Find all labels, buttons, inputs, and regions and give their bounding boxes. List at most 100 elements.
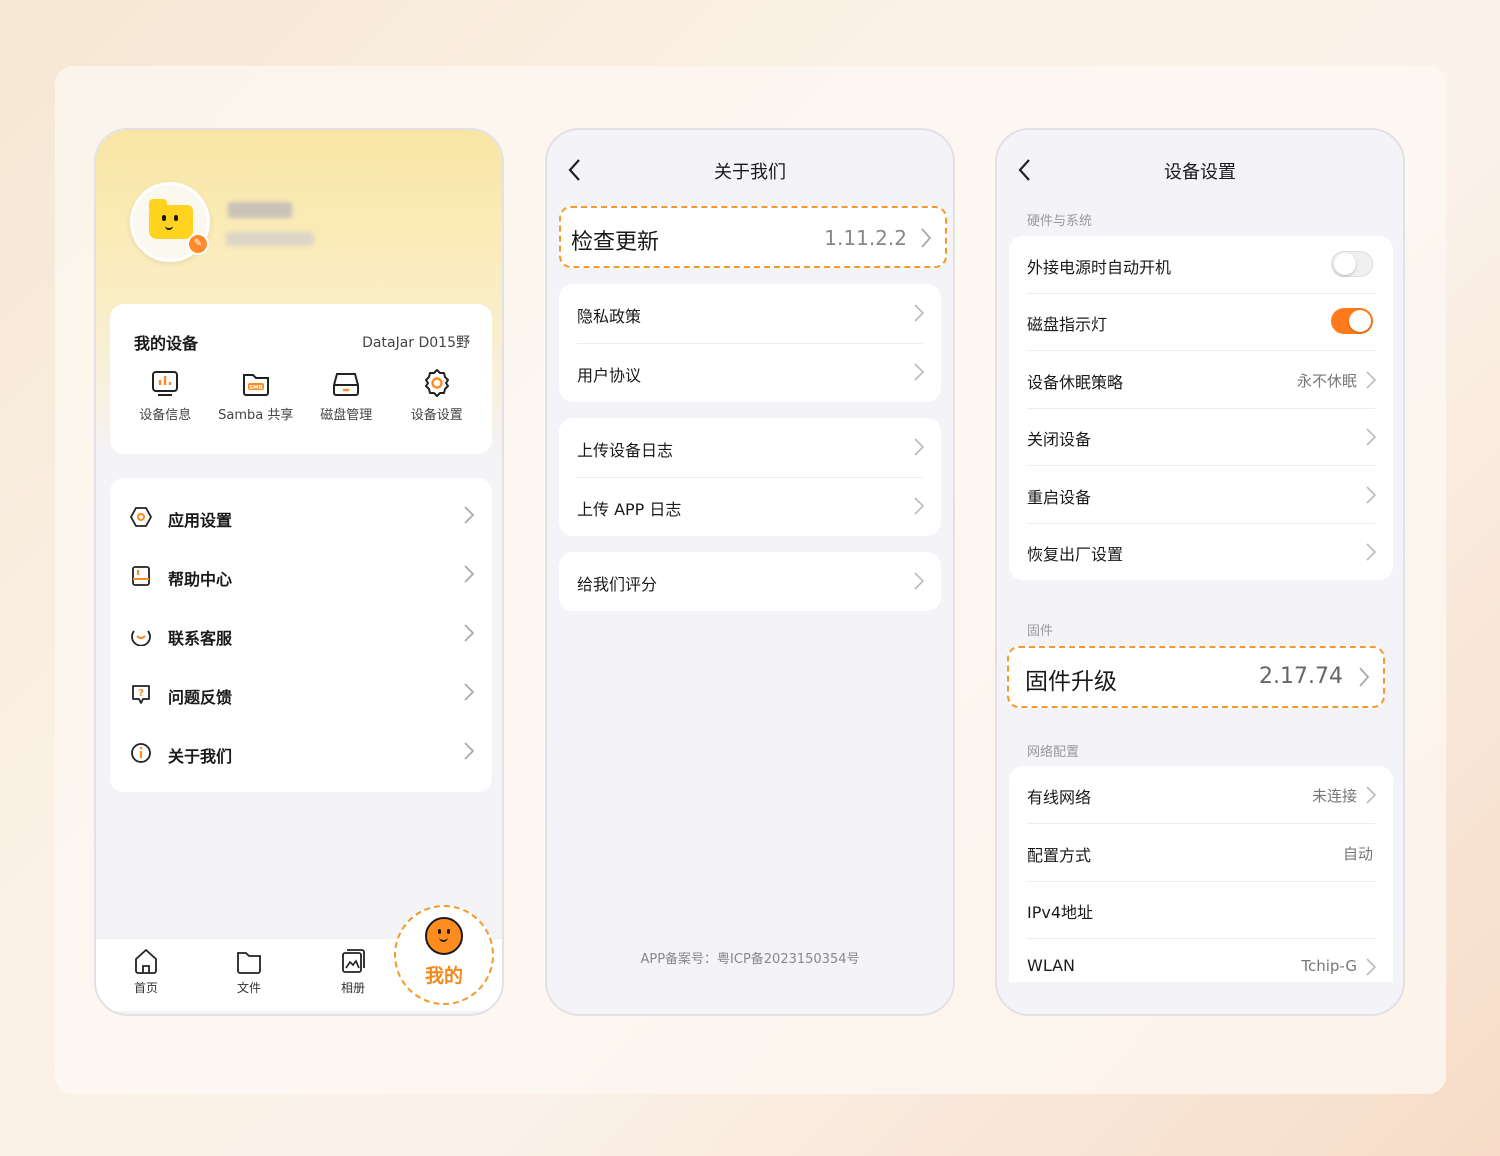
row-label: WLAN	[1027, 956, 1076, 975]
disk-manage-label: 磁盘管理	[320, 408, 373, 423]
chevron-right-icon	[1366, 486, 1377, 504]
upload-app-log-row[interactable]: 上传 APP 日志	[559, 477, 941, 536]
chevron-right-icon	[914, 438, 925, 456]
row-value: 未连接	[1311, 787, 1357, 805]
page-title: 设备设置	[1164, 162, 1236, 183]
info-icon	[131, 743, 151, 763]
row-label: 给我们评分	[577, 575, 658, 594]
menu-item-app-settings[interactable]: 应用设置	[110, 488, 492, 547]
tab-home[interactable]: 首页	[116, 947, 176, 996]
settings-menu: 应用设置 帮助中心 联系客服 ? 问题反馈 关于我们	[110, 478, 492, 792]
row-label: 设备休眠策略	[1027, 373, 1124, 392]
section-network: 网络配置	[1027, 745, 1080, 760]
chevron-right-icon	[464, 683, 475, 701]
sleep-policy-row[interactable]: 设备休眠策略 永不休眠	[1009, 350, 1393, 408]
reboot-row[interactable]: 重启设备	[1009, 465, 1393, 523]
chevron-right-icon	[914, 572, 925, 590]
device-info-label: 设备信息	[139, 408, 192, 423]
section-hardware: 硬件与系统	[1027, 214, 1093, 229]
account-redacted	[226, 232, 314, 246]
row-label: IPv4地址	[1027, 903, 1094, 922]
device-settings-label: 设备设置	[410, 408, 463, 423]
menu-item-about-us[interactable]: 关于我们	[110, 724, 492, 783]
disk-indicator-row: 磁盘指示灯	[1009, 293, 1393, 350]
samba-share-button[interactable]: SMB Samba 共享	[213, 368, 299, 423]
chevron-right-icon	[464, 624, 475, 642]
chevron-right-icon	[914, 304, 925, 322]
menu-item-help-center[interactable]: 帮助中心	[110, 547, 492, 606]
icp-footer: APP备案号：粤ICP备2023150354号	[640, 952, 860, 967]
check-update-row[interactable]: 检查更新 1.11.2.2	[559, 206, 947, 268]
file-icon	[237, 952, 261, 974]
shutdown-row[interactable]: 关闭设备	[1009, 408, 1393, 465]
row-label: 磁盘指示灯	[1027, 315, 1108, 334]
chevron-right-icon	[1366, 958, 1377, 976]
menu-item-contact-service[interactable]: 联系客服	[110, 606, 492, 665]
svg-text:SMB: SMB	[249, 385, 263, 391]
check-update-label: 检查更新	[571, 230, 660, 255]
feedback-icon: ?	[132, 685, 150, 704]
chevron-right-icon	[464, 565, 475, 583]
avatar[interactable]: ✎	[130, 182, 210, 262]
phone-profile-screen: ✎ 我的设备 DataJar D015野 设备信息 SMB Samba 共享 磁…	[94, 128, 504, 1016]
rate-us-row[interactable]: 给我们评分	[559, 552, 941, 611]
factory-reset-row[interactable]: 恢复出厂设置	[1009, 523, 1393, 580]
row-label: 恢复出厂设置	[1027, 545, 1124, 564]
disk-manage-button[interactable]: 磁盘管理	[303, 368, 389, 423]
row-label: 有线网络	[1027, 788, 1092, 807]
menu-label: 联系客服	[168, 629, 233, 648]
row-label: 隐私政策	[577, 307, 642, 326]
network-group: 有线网络 未连接 配置方式 自动 IPv4地址 WLAN Tchip-G	[1009, 766, 1393, 982]
chevron-right-icon	[1366, 786, 1377, 804]
menu-item-feedback[interactable]: ? 问题反馈	[110, 665, 492, 724]
row-value: Tchip-G	[1301, 957, 1357, 975]
my-device-title: 我的设备	[134, 334, 199, 353]
disk-icon	[333, 373, 360, 396]
gear-icon	[424, 369, 449, 397]
privacy-policy-row[interactable]: 隐私政策	[559, 284, 941, 343]
chevron-right-icon	[1359, 667, 1370, 687]
chevron-right-icon	[1366, 543, 1377, 561]
chevron-right-icon	[914, 497, 925, 515]
chevron-right-icon	[914, 363, 925, 381]
phone-about-screen: 关于我们 检查更新 1.11.2.2 隐私政策 用户协议 上传设备日志 上传 A…	[545, 128, 955, 1016]
config-mode-row: 配置方式 自动	[1009, 823, 1393, 881]
folder-mascot-icon	[149, 199, 193, 239]
chevron-right-icon	[1366, 428, 1377, 446]
samba-share-label: Samba 共享	[218, 408, 294, 423]
row-label: 重启设备	[1027, 488, 1092, 507]
wlan-row[interactable]: WLAN Tchip-G	[1009, 938, 1393, 982]
row-label: 上传 APP 日志	[577, 500, 682, 519]
edit-icon[interactable]: ✎	[187, 233, 209, 255]
firmware-version: 2.17.74	[1259, 664, 1343, 689]
auto-power-on-row: 外接电源时自动开机	[1009, 236, 1393, 293]
tab-album[interactable]: 相册	[323, 947, 383, 996]
row-label: 关闭设备	[1027, 430, 1092, 449]
tab-me[interactable]: 我的	[394, 905, 494, 1005]
hardware-group: 外接电源时自动开机 磁盘指示灯 设备休眠策略 永不休眠 关闭设备 重启设备 恢复…	[1009, 236, 1393, 580]
logs-group: 上传设备日志 上传 APP 日志	[559, 418, 941, 536]
chevron-right-icon	[464, 506, 475, 524]
tab-label: 首页	[133, 981, 158, 995]
nav-bar: 关于我们	[547, 152, 953, 188]
user-agreement-row[interactable]: 用户协议	[559, 343, 941, 402]
legal-group: 隐私政策 用户协议	[559, 284, 941, 402]
tab-files[interactable]: 文件	[219, 947, 279, 996]
auto-power-on-toggle[interactable]	[1331, 251, 1373, 277]
device-name: DataJar D015野	[362, 335, 470, 351]
app-version: 1.11.2.2	[824, 226, 907, 250]
row-label: 配置方式	[1027, 846, 1092, 865]
device-settings-button[interactable]: 设备设置	[394, 368, 480, 423]
page-title: 关于我们	[714, 162, 786, 183]
nav-bar: 设备设置	[997, 152, 1403, 188]
menu-label: 应用设置	[168, 511, 233, 530]
disk-indicator-toggle[interactable]	[1331, 308, 1373, 334]
customer-service-icon	[131, 630, 151, 646]
firmware-upgrade-row[interactable]: 固件升级 2.17.74	[1007, 646, 1385, 708]
device-info-button[interactable]: 设备信息	[122, 368, 208, 423]
album-icon	[342, 949, 365, 973]
help-book-icon	[132, 566, 150, 586]
upload-device-log-row[interactable]: 上传设备日志	[559, 418, 941, 477]
wired-network-row[interactable]: 有线网络 未连接	[1009, 766, 1393, 823]
row-value: 永不休眠	[1296, 372, 1357, 390]
